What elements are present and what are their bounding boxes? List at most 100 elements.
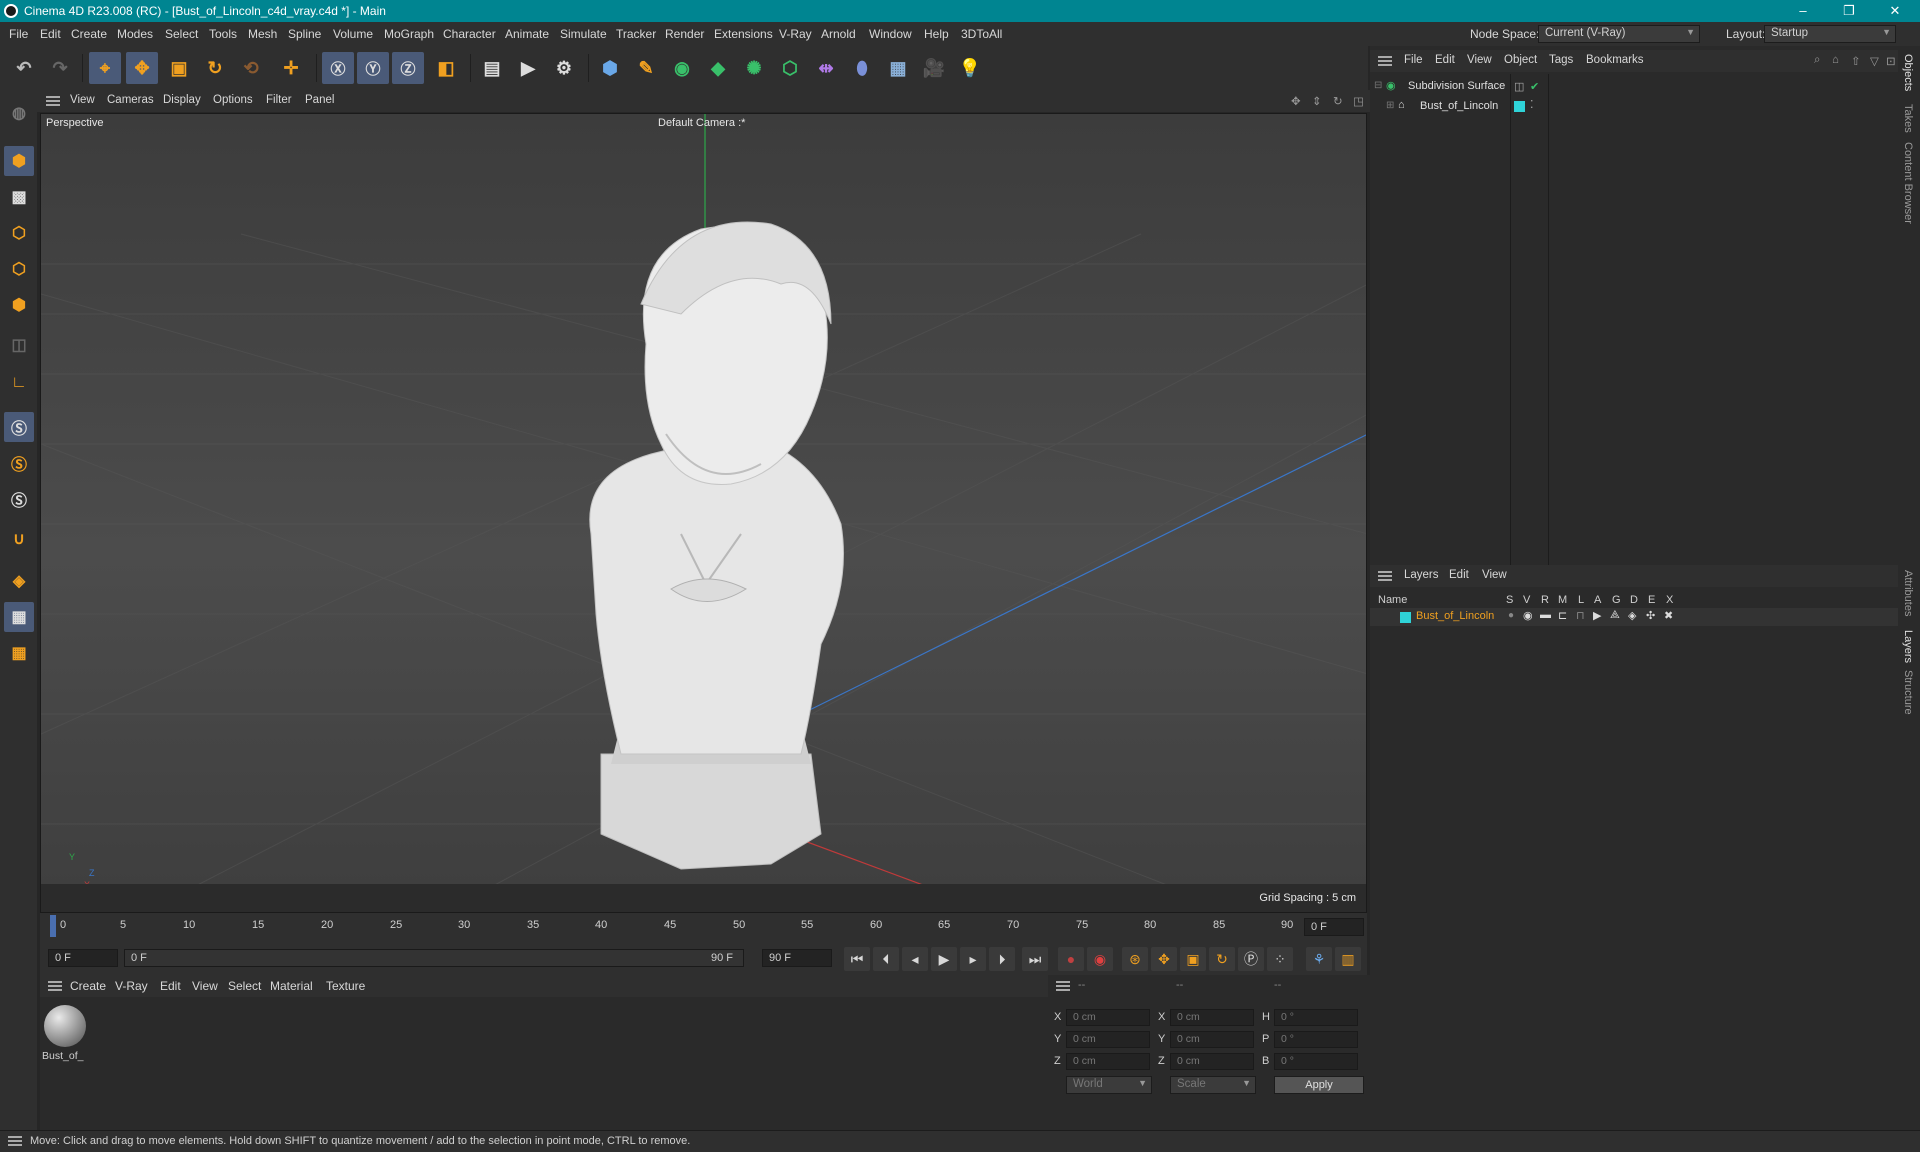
locked-workplane-icon[interactable]: ▦ xyxy=(4,638,34,668)
objects-menu-object[interactable]: Object xyxy=(1504,54,1537,66)
tree-expand-icon[interactable]: ⊟ xyxy=(1374,80,1382,91)
position-x-field[interactable]: 0 cm xyxy=(1066,1009,1150,1026)
layer-xref-icon[interactable]: ✖ xyxy=(1664,609,1673,622)
objects-menu-view[interactable]: View xyxy=(1467,54,1492,66)
menu-file[interactable]: File xyxy=(9,27,28,41)
material-menu-view[interactable]: View xyxy=(192,979,218,993)
coord-mode-dropdown[interactable]: World ▼ xyxy=(1066,1076,1152,1094)
snap-settings-icon[interactable]: Ⓢ xyxy=(4,448,34,478)
coordinate-system-icon[interactable]: ◧ xyxy=(430,52,462,84)
layer-color-swatch[interactable] xyxy=(1514,101,1525,112)
edges-mode-icon[interactable]: ⬡ xyxy=(4,254,34,284)
make-editable-icon[interactable]: ◍ xyxy=(4,98,34,128)
viewport-menu-display[interactable]: Display xyxy=(163,94,201,106)
node-space-dropdown[interactable]: Current (V-Ray) ▼ xyxy=(1538,25,1700,43)
size-z-field[interactable]: 0 cm xyxy=(1170,1053,1254,1070)
redo-icon[interactable]: ↷ xyxy=(44,52,76,84)
current-frame-field[interactable]: 0 F xyxy=(1304,918,1364,936)
menu-character[interactable]: Character xyxy=(443,27,496,41)
material-menu-select[interactable]: Select xyxy=(228,979,261,993)
search-icon[interactable]: ⌕ xyxy=(1814,54,1820,67)
menu-3dtoall[interactable]: 3DToAll xyxy=(961,27,1002,41)
z-axis-lock-icon[interactable]: Ⓩ xyxy=(392,52,424,84)
axis-mode-icon[interactable]: ∟ xyxy=(4,368,34,398)
object-subdivision-surface[interactable]: ⊟ ◉ Subdivision Surface xyxy=(1370,78,1510,96)
rotation-h-field[interactable]: 0 ° xyxy=(1274,1009,1358,1026)
material-menu-edit[interactable]: Edit xyxy=(160,979,181,993)
viewport-menu-icon[interactable] xyxy=(46,96,60,106)
key-pla-icon[interactable]: ⁘ xyxy=(1267,947,1293,971)
render-view-icon[interactable]: ▤ xyxy=(476,52,508,84)
objects-menu-file[interactable]: File xyxy=(1404,54,1423,66)
rotation-b-field[interactable]: 0 ° xyxy=(1274,1053,1358,1070)
recent-tools-icon[interactable]: ⟲ xyxy=(235,52,267,84)
subdivision-surface-icon[interactable]: ◉ xyxy=(666,52,698,84)
layer-manager-icon[interactable]: ⊏ xyxy=(1558,609,1567,622)
tree-expand-icon[interactable]: ⊞ xyxy=(1386,100,1394,111)
up-icon[interactable]: ⇧ xyxy=(1851,54,1861,68)
menu-select[interactable]: Select xyxy=(165,27,198,41)
key-position-icon[interactable]: ✥ xyxy=(1151,947,1177,971)
render-settings-icon[interactable]: ⚙ xyxy=(548,52,580,84)
field-icon[interactable]: ⬮ xyxy=(846,52,878,84)
coord-size-mode-dropdown[interactable]: Scale ▼ xyxy=(1170,1076,1256,1094)
viewport-menu-filter[interactable]: Filter xyxy=(266,94,292,106)
position-z-field[interactable]: 0 cm xyxy=(1066,1053,1150,1070)
material-menu-material[interactable]: Material xyxy=(270,979,313,993)
visibility-dots-icon[interactable]: ⁚ xyxy=(1530,98,1534,111)
record-icon[interactable]: ● xyxy=(1058,947,1084,971)
texture-mode-icon[interactable]: ▩ xyxy=(4,182,34,212)
layers-menu-icon[interactable] xyxy=(1378,571,1392,581)
viewport-menu-view[interactable]: View xyxy=(70,94,95,106)
timeline-window-icon[interactable]: ⚘ xyxy=(1306,947,1332,971)
previous-frame-icon[interactable]: ◂ xyxy=(902,947,928,971)
menu-create[interactable]: Create xyxy=(71,27,107,41)
mograph-icon[interactable]: ⬡ xyxy=(774,52,806,84)
snap-icon[interactable]: Ⓢ xyxy=(4,412,34,442)
x-axis-lock-icon[interactable]: Ⓧ xyxy=(322,52,354,84)
tab-attributes[interactable]: Attributes xyxy=(1902,570,1914,616)
timeline-playhead[interactable] xyxy=(50,915,56,937)
layers-menu-layers[interactable]: Layers xyxy=(1404,569,1439,581)
viewport-menu-cameras[interactable]: Cameras xyxy=(107,94,154,106)
size-y-field[interactable]: 0 cm xyxy=(1170,1031,1254,1048)
layer-deformers-icon[interactable]: ◈ xyxy=(1628,609,1636,622)
filter-icon[interactable]: ▽ xyxy=(1870,54,1879,68)
viewport-menu-options[interactable]: Options xyxy=(213,94,253,106)
menu-mograph[interactable]: MoGraph xyxy=(384,27,434,41)
light-icon[interactable]: 💡 xyxy=(954,52,986,84)
layout-dropdown[interactable]: Startup ▼ xyxy=(1764,25,1896,43)
viewport-rotate-icon[interactable]: ↻ xyxy=(1333,94,1343,108)
menu-tracker[interactable]: Tracker xyxy=(616,27,656,41)
viewport-zoom-icon[interactable]: ⇕ xyxy=(1312,94,1322,108)
material-menu-icon[interactable] xyxy=(48,981,62,991)
rotate-tool-icon[interactable]: ↻ xyxy=(199,52,231,84)
tab-content-browser[interactable]: Content Browser xyxy=(1902,142,1914,224)
cloner-icon[interactable]: ✺ xyxy=(738,52,770,84)
rotation-p-field[interactable]: 0 ° xyxy=(1274,1031,1358,1048)
menu-extensions[interactable]: Extensions xyxy=(714,27,773,41)
layer-render-icon[interactable]: ▬ xyxy=(1540,609,1551,621)
key-rotation-icon[interactable]: ↻ xyxy=(1209,947,1235,971)
objects-menu-tags[interactable]: Tags xyxy=(1549,54,1573,66)
frame-range-slider[interactable]: 0 F 90 F xyxy=(124,949,744,967)
layer-animation-icon[interactable]: ▶ xyxy=(1593,609,1601,622)
menu-window[interactable]: Window xyxy=(869,27,912,41)
play-icon[interactable]: ▶ xyxy=(931,947,957,971)
dope-sheet-icon[interactable]: ▥ xyxy=(1335,947,1361,971)
menu-help[interactable]: Help xyxy=(924,27,949,41)
size-x-field[interactable]: 0 cm xyxy=(1170,1009,1254,1026)
objects-menu-edit[interactable]: Edit xyxy=(1435,54,1455,66)
layer-generators-icon[interactable]: ⟁ xyxy=(1610,609,1620,622)
snap-workplane-icon[interactable]: Ⓢ xyxy=(4,484,34,514)
menu-vray[interactable]: V-Ray xyxy=(779,27,812,41)
viewport-move-icon[interactable]: ✥ xyxy=(1291,94,1301,108)
tab-layers[interactable]: Layers xyxy=(1902,630,1914,663)
material-menu-create[interactable]: Create xyxy=(70,979,106,993)
objects-menu-bookmarks[interactable]: Bookmarks xyxy=(1586,54,1644,66)
menu-edit[interactable]: Edit xyxy=(40,27,61,41)
extrude-icon[interactable]: ◆ xyxy=(702,52,734,84)
layer-solo-icon[interactable]: ● xyxy=(1508,610,1514,621)
grid-icon[interactable]: ▦ xyxy=(4,602,34,632)
objects-menu-icon[interactable] xyxy=(1378,56,1392,66)
